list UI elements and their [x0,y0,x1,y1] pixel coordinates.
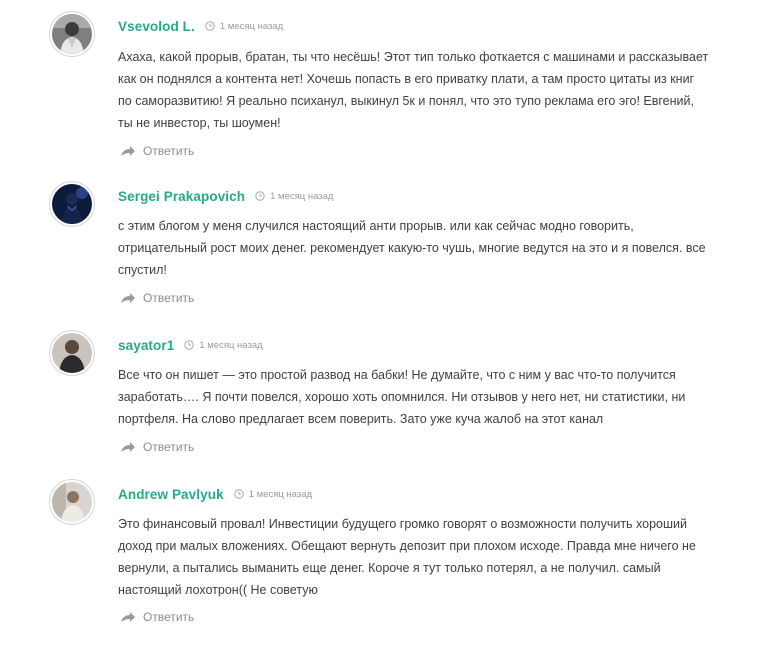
reply-arrow-icon [120,611,136,623]
comment-text-line: ты не инвестор, ты шоумен! [118,116,281,130]
avatar[interactable] [49,479,95,525]
avatar-photo-icon [52,482,92,522]
clock-icon [255,191,265,201]
avatar[interactable] [49,11,95,57]
clock-icon [184,340,195,350]
comment-text-line: заработать…. Я почти повелся, хорошо хот… [118,390,686,404]
avatar[interactable] [49,330,95,376]
author-name[interactable]: Andrew Pavlyuk [118,487,224,502]
comment-text-line: по саморазвитию! Я реально психанул, вык… [118,94,694,108]
comment-text: с этим блогом у меня случился настоящий … [118,215,730,281]
reply-label: Ответить [143,610,195,624]
comment-date-text: 1 месяц назад [248,488,313,500]
author-name[interactable]: sayator1 [118,338,174,353]
comment-text-line: Все что он пишет — это простой развод на… [118,368,676,382]
clock-icon [205,21,215,31]
comment-text: Все что он пишет — это простой развод на… [118,364,730,430]
reply-button[interactable]: Ответить [120,610,194,624]
comment-date: 1 месяц назад [255,191,333,202]
comment-text-line: с этим блогом у меня случился настоящий … [118,219,634,233]
comment-text-line: Ахаха, какой прорыв, братан, ты что несё… [118,50,709,64]
comment-text-line: вернули, а пытались выманить еще денег. … [118,561,661,575]
comment-date: 1 месяц назад [205,21,283,32]
comment-text-line: Это финансовый провал! Инвестиции будуще… [118,517,688,531]
comment-text-line: настоящий лохотрон(( Не советую [118,583,318,597]
reply-button[interactable]: Ответить [120,291,194,305]
reply-label: Ответить [143,440,195,454]
comment-meta: Vsevolod L. 1 месяц назад [118,17,283,35]
comment-meta: Sergei Prakapovich 1 месяц назад [118,187,333,205]
comment-text-line: отрицательный рост моих денег. рекоменду… [118,241,706,255]
avatar-photo-icon [52,333,92,373]
reply-button[interactable]: Ответить [120,144,194,158]
comment-text: Это финансовый провал! Инвестиции будуще… [118,513,730,601]
avatar[interactable] [49,181,95,227]
reply-arrow-icon [120,292,136,304]
reply-arrow-icon [120,145,136,157]
comment-meta: sayator1 1 месяц назад [118,336,263,354]
reply-arrow-icon [120,441,136,453]
comment-text: Ахаха, какой прорыв, братан, ты что несё… [118,46,730,134]
comment-text-line: доход при малых вложениях. Обещают верну… [118,539,696,553]
author-name[interactable]: Vsevolod L. [118,19,195,34]
comment-date-text: 1 месяц назад [270,190,334,202]
comment-meta: Andrew Pavlyuk 1 месяц назад [118,485,312,503]
comments-list: Vsevolod L. 1 месяц назад Ахаха, какой п… [0,0,768,646]
comment-date: 1 месяц назад [184,339,263,351]
comment-date: 1 месяц назад [234,489,312,500]
reply-label: Ответить [143,144,195,158]
comment-text-line: как он поднялся а контента нет! Хочешь п… [118,72,695,86]
comment-text-line: спустил! [118,263,167,277]
comment-text-line: портфеля. На слово предлагает всем повер… [118,412,604,426]
reply-button[interactable]: Ответить [120,440,194,454]
comment-date-text: 1 месяц назад [199,339,263,351]
comment-date-text: 1 месяц назад [219,20,284,32]
avatar-photo-icon [52,184,92,224]
avatar-photo-icon [52,14,92,54]
clock-icon [234,489,244,499]
author-name[interactable]: Sergei Prakapovich [118,189,245,204]
reply-label: Ответить [143,291,195,305]
